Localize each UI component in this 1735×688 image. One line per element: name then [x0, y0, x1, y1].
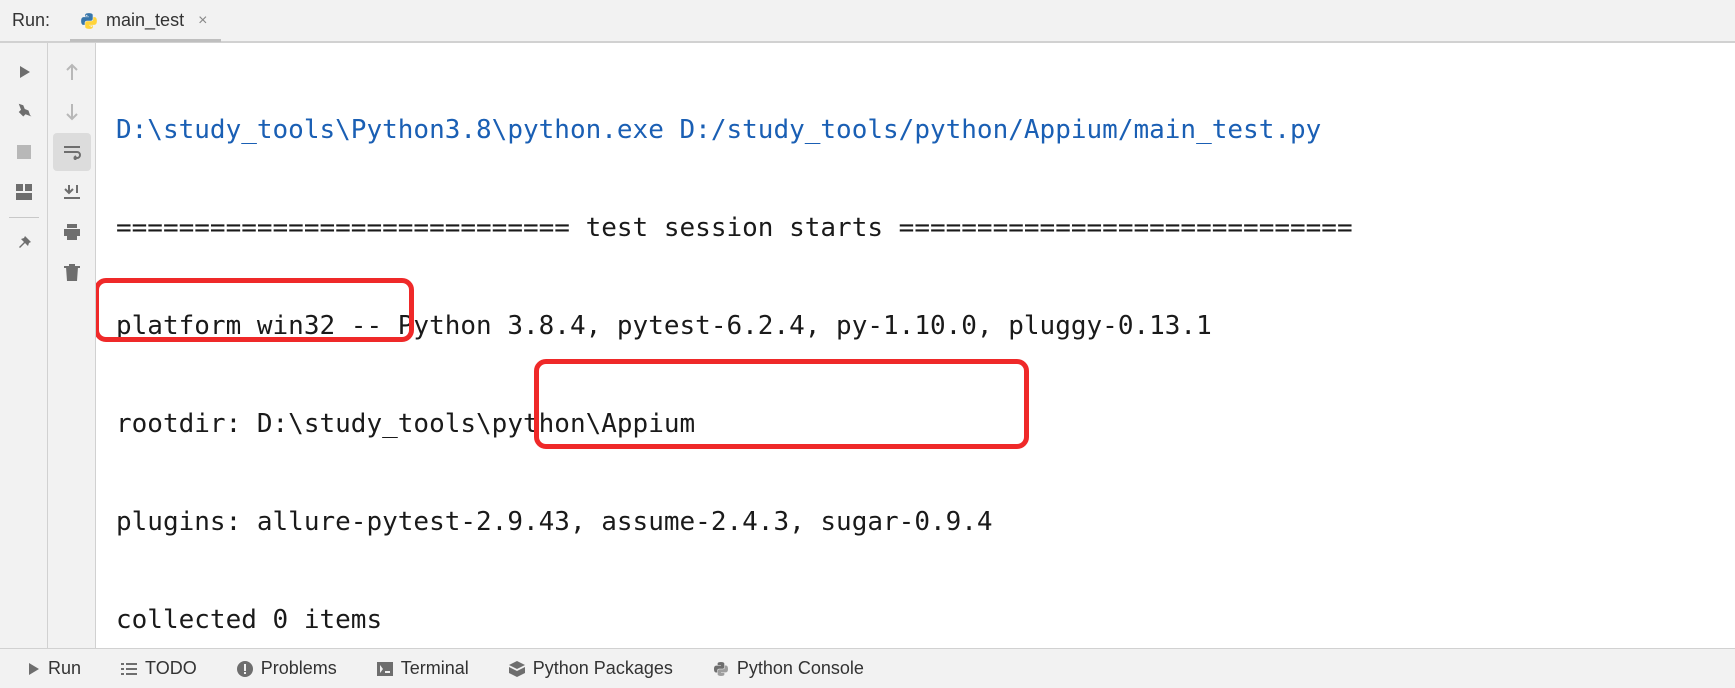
rerun-button[interactable] [5, 53, 43, 91]
terminal-icon [377, 662, 393, 676]
run-label: Run: [4, 10, 70, 41]
scroll-to-end-button[interactable] [53, 173, 91, 211]
console-line: ============================= test sessi… [116, 204, 1715, 253]
console-command-line: D:\study_tools\Python3.8\python.exe D:/s… [116, 106, 1715, 155]
footer-label: Python Console [737, 658, 864, 679]
list-icon [121, 662, 137, 676]
tab-label: main_test [106, 10, 184, 31]
run-panel-body: D:\study_tools\Python3.8\python.exe D:/s… [0, 42, 1735, 648]
layout-button[interactable] [5, 173, 43, 211]
console-line: rootdir: D:\study_tools\python\Appium [116, 400, 1715, 449]
close-icon[interactable]: × [198, 12, 207, 30]
python-file-icon [80, 12, 98, 30]
footer-terminal-tab[interactable]: Terminal [359, 652, 487, 685]
console-output[interactable]: D:\study_tools\Python3.8\python.exe D:/s… [96, 43, 1735, 648]
python-icon [713, 661, 729, 677]
problems-icon [237, 661, 253, 677]
print-button[interactable] [53, 213, 91, 251]
footer-label: TODO [145, 658, 197, 679]
run-toolbar-left [0, 43, 48, 648]
footer-console-tab[interactable]: Python Console [695, 652, 882, 685]
footer-label: Problems [261, 658, 337, 679]
console-line: plugins: allure-pytest-2.9.43, assume-2.… [116, 498, 1715, 547]
delete-button[interactable] [53, 253, 91, 291]
run-tab[interactable]: main_test × [70, 2, 221, 42]
separator [9, 217, 39, 218]
footer-run-tab[interactable]: Run [8, 652, 99, 685]
stop-button[interactable] [5, 133, 43, 171]
footer-problems-tab[interactable]: Problems [219, 652, 355, 685]
bottom-tool-bar: Run TODO Problems Terminal Python Packag… [0, 648, 1735, 688]
packages-icon [509, 661, 525, 677]
play-icon [26, 662, 40, 676]
console-line: platform win32 -- Python 3.8.4, pytest-6… [116, 302, 1715, 351]
footer-todo-tab[interactable]: TODO [103, 652, 215, 685]
settings-button[interactable] [5, 93, 43, 131]
run-toolbar-secondary [48, 43, 96, 648]
pin-button[interactable] [5, 224, 43, 262]
footer-packages-tab[interactable]: Python Packages [491, 652, 691, 685]
soft-wrap-button[interactable] [53, 133, 91, 171]
footer-label: Run [48, 658, 81, 679]
footer-label: Terminal [401, 658, 469, 679]
down-arrow-button[interactable] [53, 93, 91, 131]
console-line: collected 0 items [116, 596, 1715, 645]
up-arrow-button[interactable] [53, 53, 91, 91]
footer-label: Python Packages [533, 658, 673, 679]
run-panel-header: Run: main_test × [0, 0, 1735, 42]
